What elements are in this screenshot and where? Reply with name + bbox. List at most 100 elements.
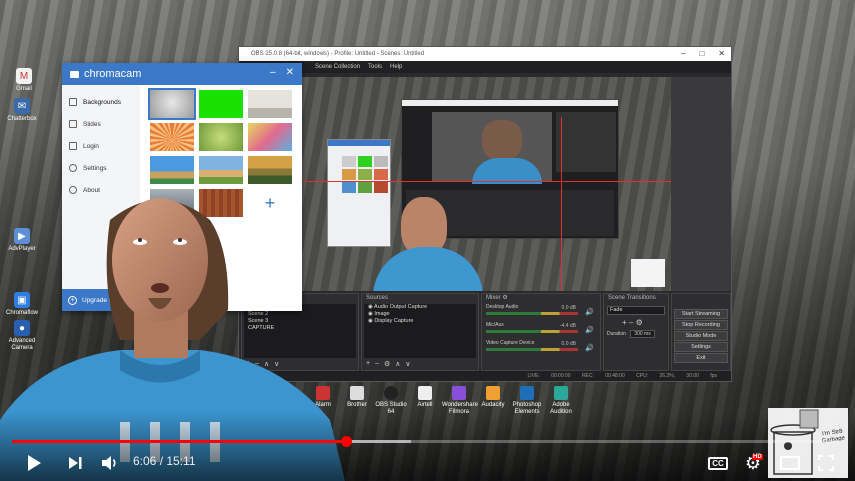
- nav-slides[interactable]: Slides: [62, 113, 140, 135]
- desktop-icon-label: Advanced Camera: [8, 338, 36, 351]
- mixer-channel: Video Capture Device 0.0 dB 🔊: [484, 340, 598, 358]
- minimize-icon[interactable]: –: [270, 67, 276, 78]
- background-thumb-rays[interactable]: [150, 123, 194, 151]
- progress-bar[interactable]: [12, 436, 843, 447]
- desktop-icon-chatterbox[interactable]: ✉ Chatterbox: [0, 98, 44, 123]
- nav-about[interactable]: About: [62, 179, 140, 201]
- stop-recording-button[interactable]: Stop Recording: [674, 320, 728, 330]
- app-icon: [418, 386, 432, 400]
- maximize-icon[interactable]: □: [699, 47, 704, 61]
- speaker-icon[interactable]: 🔊: [585, 345, 594, 352]
- down-arrow-icon[interactable]: ∨: [274, 360, 279, 368]
- menu-scene-collection[interactable]: Scene Collection: [315, 61, 360, 73]
- transition-tools: + – ⚙: [622, 318, 643, 327]
- settings-button[interactable]: Settings: [674, 342, 728, 352]
- chromacam-titlebar[interactable]: chromacam – ✕: [62, 63, 302, 85]
- minimize-icon[interactable]: –: [681, 47, 685, 61]
- remove-icon[interactable]: –: [629, 318, 633, 327]
- printer-icon: [350, 386, 364, 400]
- volume-meter[interactable]: [486, 348, 578, 351]
- background-thumb-room[interactable]: [248, 90, 292, 118]
- background-thumb-bokeh[interactable]: [199, 123, 243, 151]
- desktop-icon-advplayer[interactable]: ▶ AdvPlayer: [0, 228, 44, 253]
- source-item[interactable]: ◉ Audio Output Capture: [364, 304, 476, 311]
- speaker-icon[interactable]: 🔊: [585, 327, 594, 334]
- background-thumb-green[interactable]: [199, 90, 243, 118]
- add-icon[interactable]: +: [622, 318, 627, 327]
- speaker-icon[interactable]: 🔊: [585, 309, 594, 316]
- volume-button[interactable]: [96, 450, 124, 476]
- obs-window[interactable]: OBS 25.0.8 (64-bit, windows) - Profile: …: [238, 46, 732, 382]
- background-thumb-desert[interactable]: [199, 156, 243, 184]
- gear-icon[interactable]: ⚙: [502, 295, 507, 301]
- obs-statusbar: LIVE: 00:00:00 REC: 00:48:00 CPU: 26.3%,…: [239, 371, 731, 381]
- background-thumb-abstract[interactable]: [248, 123, 292, 151]
- volume-meter[interactable]: [486, 312, 578, 315]
- remove-icon[interactable]: –: [255, 360, 259, 368]
- settings-button[interactable]: ⚙ HD: [738, 450, 768, 476]
- close-icon[interactable]: ✕: [286, 67, 294, 78]
- desktop-icon-advanced-camera[interactable]: ● Advanced Camera: [0, 320, 44, 352]
- scene-item[interactable]: CAPTURE: [244, 325, 356, 332]
- add-background-button[interactable]: +: [248, 189, 292, 217]
- nav-backgrounds[interactable]: Backgrounds: [62, 91, 140, 113]
- upgrade-button[interactable]: + Upgrade to: [62, 289, 140, 311]
- desktop-icon-label: Chromaflow: [5, 310, 38, 316]
- studio-mode-button[interactable]: Studio Mode: [674, 331, 728, 341]
- next-button[interactable]: [62, 450, 88, 476]
- start-streaming-button[interactable]: Start Streaming: [674, 309, 728, 319]
- duration: 15:11: [166, 454, 196, 468]
- add-icon[interactable]: +: [246, 360, 250, 368]
- add-icon[interactable]: +: [366, 360, 370, 368]
- exit-button[interactable]: Exit: [674, 353, 728, 363]
- desktop-icon-brother[interactable]: Brother: [340, 386, 374, 409]
- desktop-icon-chromaflow[interactable]: ▣ Chromaflow: [0, 292, 44, 317]
- scene-item[interactable]: Scene 2: [244, 311, 356, 318]
- chromacam-window[interactable]: chromacam – ✕ Backgrounds Slides Login S…: [62, 63, 302, 311]
- desktop-icon-label: Chatterbox: [7, 116, 37, 122]
- desktop-icon-alarm[interactable]: Alarm: [306, 386, 340, 409]
- remove-icon[interactable]: –: [375, 360, 379, 368]
- controls-dock: Start Streaming Stop Recording Studio Mo…: [671, 293, 731, 371]
- duration-input[interactable]: 300 ms: [630, 330, 655, 338]
- nav-label: Settings: [83, 164, 107, 172]
- alarm-icon: [316, 386, 330, 400]
- desktop-icon-audacity[interactable]: Audacity: [476, 386, 510, 409]
- background-thumb-palms[interactable]: [248, 156, 292, 184]
- fullscreen-button[interactable]: [812, 450, 840, 476]
- background-thumb-beach[interactable]: [150, 156, 194, 184]
- source-item[interactable]: ◉ Image: [364, 311, 476, 318]
- scrubber-handle[interactable]: [341, 436, 353, 447]
- mixer-channel-label: Mic/Aux: [486, 322, 504, 328]
- transition-select[interactable]: Fade: [607, 306, 665, 315]
- desktop-icon-gmail[interactable]: M Gmail: [2, 68, 46, 93]
- info-icon: [69, 186, 77, 194]
- background-thumb-brick[interactable]: [199, 189, 243, 217]
- nav-login[interactable]: Login: [62, 135, 140, 157]
- background-thumb-blur[interactable]: [148, 88, 196, 120]
- up-arrow-icon[interactable]: ∧: [264, 360, 269, 368]
- gear-icon[interactable]: ⚙: [384, 360, 390, 368]
- current-time: 6:06: [133, 454, 157, 468]
- close-icon[interactable]: ✕: [718, 47, 725, 61]
- theater-mode-button[interactable]: [776, 450, 804, 476]
- nav-settings[interactable]: Settings: [62, 157, 140, 179]
- obs-titlebar[interactable]: OBS 25.0.8 (64-bit, windows) - Profile: …: [239, 47, 731, 61]
- desktop-icon-label: Brother: [347, 402, 367, 408]
- background-thumb-office[interactable]: [150, 189, 194, 217]
- menu-tools[interactable]: Tools: [368, 61, 382, 73]
- mixer-dock: Mixer ⚙ Desktop Audio 0.0 dB 🔊 Mic/Aux -…: [481, 293, 601, 371]
- mixer-channel: Desktop Audio 0.0 dB 🔊: [484, 304, 598, 322]
- captions-button[interactable]: CC: [704, 450, 732, 476]
- obs-preview-canvas[interactable]: [301, 77, 671, 291]
- volume-meter[interactable]: [486, 330, 578, 333]
- menu-help[interactable]: Help: [390, 61, 402, 73]
- play-button[interactable]: [20, 450, 48, 476]
- up-arrow-icon[interactable]: ∧: [395, 360, 400, 368]
- desktop-icon-airtell[interactable]: Airtell: [408, 386, 442, 409]
- gear-icon[interactable]: ⚙: [636, 318, 643, 327]
- obs-icon: [384, 386, 398, 400]
- source-item[interactable]: ◉ Display Capture: [364, 318, 476, 325]
- down-arrow-icon[interactable]: ∨: [405, 360, 410, 368]
- scene-item[interactable]: Scene 3: [244, 318, 356, 325]
